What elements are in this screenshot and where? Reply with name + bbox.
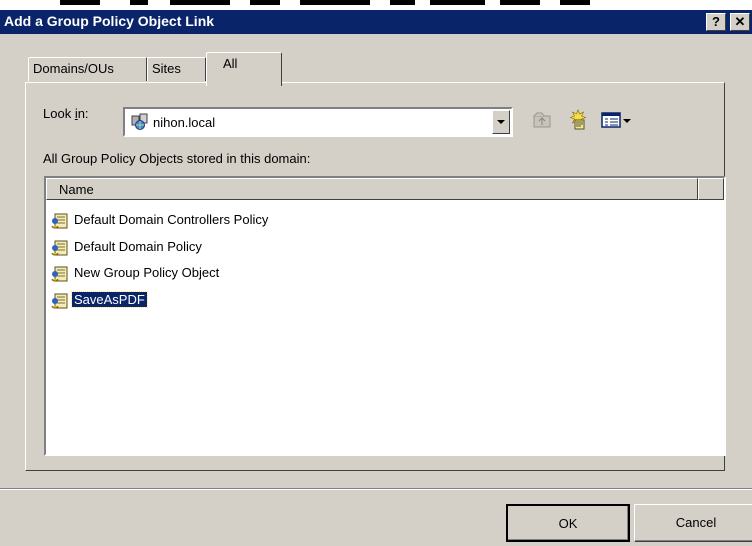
column-label: Name [59,182,94,197]
look-in-label: Look in: [43,106,89,121]
help-button[interactable]: ? [706,13,726,31]
gpo-list[interactable]: Name Default Domain Controllers Policy D… [44,176,726,456]
view-menu-icon[interactable] [600,109,622,131]
chevron-down-icon[interactable] [492,110,510,134]
list-caption: All Group Policy Objects stored in this … [43,151,311,166]
up-folder-icon[interactable] [531,109,553,131]
tab-label: All [223,56,238,71]
window-title: Add a Group Policy Object Link [4,13,215,29]
look-in-value: nihon.local [153,115,216,130]
gpo-icon [51,213,68,229]
item-label: Default Domain Controllers Policy [74,212,269,227]
divider [0,488,752,490]
tab-all[interactable]: All [206,52,282,86]
background-strip [0,0,752,10]
new-gpo-icon[interactable] [567,109,589,131]
item-label: Default Domain Policy [74,239,202,254]
cancel-button[interactable]: Cancel [634,504,752,542]
title-bar[interactable]: Add a Group Policy Object Link ? ✕ [0,10,752,34]
tab-label: Sites [152,61,181,76]
gpo-icon [51,266,68,282]
tab-label: Domains/OUs [33,61,114,76]
item-label: New Group Policy Object [74,265,220,280]
domain-icon [131,113,148,130]
gpo-icon [51,240,68,256]
column-header-filler [698,178,724,200]
close-button[interactable]: ✕ [730,13,750,31]
gpo-icon [51,293,68,309]
column-header-name[interactable]: Name [46,178,698,200]
ok-button[interactable]: OK [506,504,630,542]
item-label: SaveAsPDF [71,291,148,308]
tab-domains-ous[interactable]: Domains/OUs [28,57,147,81]
dropdown-arrow-icon[interactable] [622,117,632,125]
look-in-combobox[interactable]: nihon.local [123,107,513,137]
tab-sites[interactable]: Sites [147,57,206,81]
